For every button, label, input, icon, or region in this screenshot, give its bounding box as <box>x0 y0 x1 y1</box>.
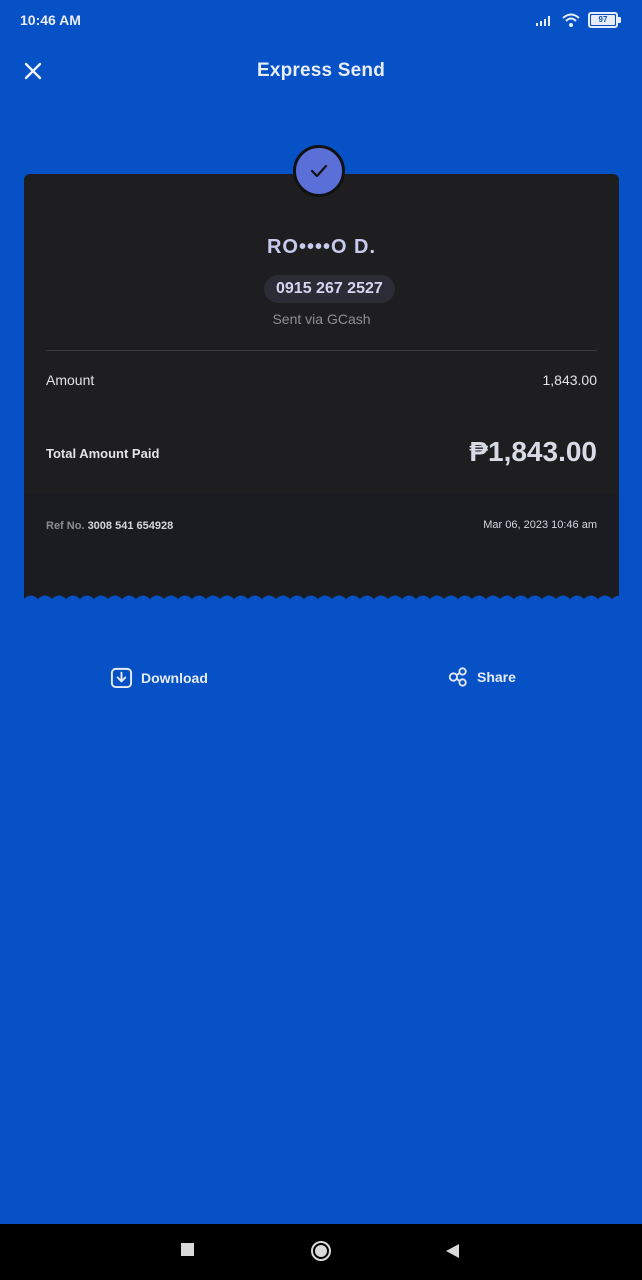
home-icon <box>311 1241 331 1261</box>
receipt-edge <box>24 595 619 605</box>
transaction-date: Mar 06, 2023 10:46 am <box>483 519 597 531</box>
amount-value: 1,843.00 <box>542 372 598 388</box>
sent-via-label: Sent via GCash <box>272 311 371 327</box>
page-title: Express Send <box>256 60 386 81</box>
download-label: Download <box>141 669 208 686</box>
back-button[interactable] <box>445 1243 460 1264</box>
wifi-icon <box>562 13 580 27</box>
download-icon <box>110 667 133 689</box>
signal-icon <box>536 16 550 26</box>
divider <box>46 350 597 351</box>
ref-label: Ref No. <box>46 520 85 532</box>
recipient-name: RO••••O D. <box>266 236 377 258</box>
amount-label: Amount <box>46 372 95 388</box>
recents-button[interactable] <box>180 1242 195 1262</box>
status-time: 10:46 AM <box>20 12 81 28</box>
share-icon <box>448 667 467 687</box>
receipt-card: RO••••O D. 0915 267 2527 Sent via GCash … <box>24 174 619 605</box>
header: Express Send <box>0 50 642 94</box>
share-button[interactable]: Share <box>447 666 516 688</box>
receipt-footer: Ref No. 3008 541 654928 Mar 06, 2023 10:… <box>24 494 619 605</box>
home-button[interactable] <box>310 1240 332 1267</box>
battery-icon: 97 <box>588 12 621 28</box>
total-value: ₱1,843.00 <box>469 436 597 467</box>
back-icon <box>446 1244 459 1258</box>
status-icons: 97 <box>536 12 621 28</box>
reference: Ref No. 3008 541 654928 <box>46 520 173 532</box>
check-icon <box>310 164 328 178</box>
recents-icon <box>181 1243 194 1256</box>
status-bar: 10:46 AM 97 <box>0 0 642 40</box>
recipient-phone: 0915 267 2527 <box>264 275 395 303</box>
share-label: Share <box>477 669 516 685</box>
download-button[interactable]: Download <box>110 666 208 689</box>
ref-number: 3008 541 654928 <box>87 520 174 532</box>
android-nav-bar <box>0 1224 642 1280</box>
total-label: Total Amount Paid <box>46 446 160 461</box>
battery-level: 97 <box>598 15 608 24</box>
success-badge <box>293 145 345 197</box>
